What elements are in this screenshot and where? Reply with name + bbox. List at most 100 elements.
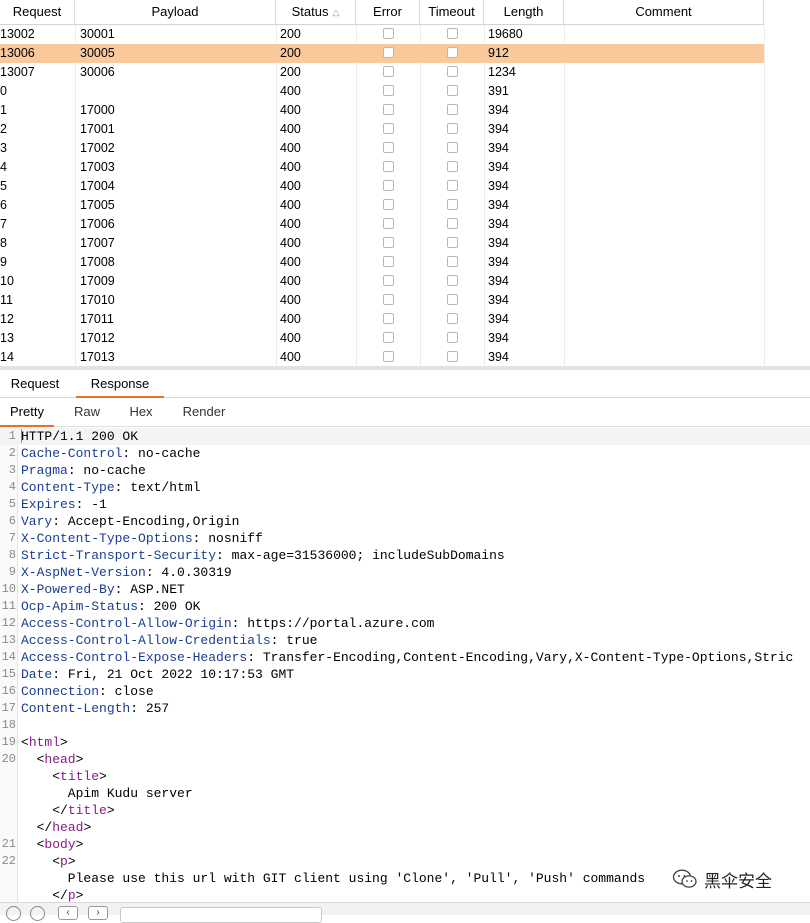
error-checkbox[interactable] (383, 104, 394, 115)
table-row[interactable]: 6 17005 400 394 (0, 196, 764, 215)
column-header-status[interactable]: Status △ (276, 0, 356, 24)
timeout-checkbox[interactable] (447, 85, 458, 96)
header-name: Connection (21, 684, 100, 699)
line-number: 21 (1, 837, 16, 851)
cell-payload: 17010 (80, 293, 115, 307)
tab-hex[interactable]: Hex (118, 398, 164, 425)
timeout-checkbox[interactable] (447, 180, 458, 191)
error-checkbox[interactable] (383, 123, 394, 134)
error-checkbox[interactable] (383, 66, 394, 77)
timeout-checkbox[interactable] (447, 47, 458, 58)
error-checkbox[interactable] (383, 47, 394, 58)
column-header-payload[interactable]: Payload (75, 0, 276, 24)
cell-payload: 17001 (80, 122, 115, 136)
code-line: 18 (0, 717, 810, 734)
table-row[interactable]: 0 400 391 (0, 82, 764, 101)
table-row[interactable]: 13 17012 400 394 (0, 329, 764, 348)
timeout-checkbox[interactable] (447, 66, 458, 77)
error-checkbox[interactable] (383, 180, 394, 191)
timeout-checkbox[interactable] (447, 161, 458, 172)
error-checkbox[interactable] (383, 28, 394, 39)
table-row[interactable]: 14 17013 400 394 (0, 348, 764, 366)
error-checkbox[interactable] (383, 161, 394, 172)
arrow-right-icon[interactable]: › (88, 906, 108, 920)
error-checkbox[interactable] (383, 237, 394, 248)
code-text: Access-Control-Allow-Origin: https://por… (21, 615, 434, 632)
table-row[interactable]: 3 17002 400 394 (0, 139, 764, 158)
header-name: Date (21, 667, 53, 682)
error-checkbox[interactable] (383, 313, 394, 324)
line-number: 17 (1, 701, 16, 715)
error-checkbox[interactable] (383, 275, 394, 286)
table-row[interactable]: 11 17010 400 394 (0, 291, 764, 310)
timeout-checkbox[interactable] (447, 332, 458, 343)
cell-status: 400 (280, 350, 301, 364)
timeout-checkbox[interactable] (447, 256, 458, 267)
table-row[interactable]: 4 17003 400 394 (0, 158, 764, 177)
error-checkbox[interactable] (383, 218, 394, 229)
tab-response[interactable]: Response (76, 370, 164, 398)
cell-status: 400 (280, 198, 301, 212)
table-row[interactable]: 7 17006 400 394 (0, 215, 764, 234)
code-text: <p> (21, 853, 75, 870)
table-row[interactable]: 10 17009 400 394 (0, 272, 764, 291)
error-checkbox[interactable] (383, 256, 394, 267)
timeout-checkbox[interactable] (447, 313, 458, 324)
html-tag: p (60, 854, 68, 869)
arrow-left-icon[interactable]: ‹ (58, 906, 78, 920)
column-header-timeout[interactable]: Timeout (420, 0, 484, 24)
cell-payload: 17002 (80, 141, 115, 155)
table-row[interactable]: 13002 30001 200 19680 (0, 25, 764, 44)
code-value: > (83, 820, 92, 835)
timeout-checkbox[interactable] (447, 237, 458, 248)
column-header-comment[interactable]: Comment (564, 0, 764, 24)
code-value: : -1 (75, 497, 107, 512)
html-tag: head (52, 820, 84, 835)
cell-request: 3 (0, 141, 7, 155)
code-text: Content-Type: text/html (21, 479, 200, 496)
tab-render[interactable]: Render (174, 398, 234, 425)
cell-length: 394 (488, 179, 509, 193)
error-checkbox[interactable] (383, 351, 394, 362)
tab-request[interactable]: Request (0, 370, 70, 396)
tab-pretty[interactable]: Pretty (0, 398, 54, 427)
column-header-length[interactable]: Length (484, 0, 564, 24)
timeout-checkbox[interactable] (447, 104, 458, 115)
search-input[interactable] (120, 907, 322, 923)
error-checkbox[interactable] (383, 142, 394, 153)
error-checkbox[interactable] (383, 199, 394, 210)
table-row[interactable]: 1 17000 400 394 (0, 101, 764, 120)
timeout-checkbox[interactable] (447, 123, 458, 134)
table-row[interactable]: 5 17004 400 394 (0, 177, 764, 196)
code-value: < (21, 854, 61, 869)
response-editor[interactable]: 1 HTTP/1.1 200 OK 2 Cache-Control: no-cache… (0, 427, 810, 902)
table-row[interactable]: 13006 30005 200 912 (0, 44, 764, 63)
timeout-checkbox[interactable] (447, 28, 458, 39)
timeout-checkbox[interactable] (447, 199, 458, 210)
timeout-checkbox[interactable] (447, 275, 458, 286)
cell-status: 200 (280, 46, 301, 60)
table-row[interactable]: 2 17001 400 394 (0, 120, 764, 139)
table-row[interactable]: 13007 30006 200 1234 (0, 63, 764, 82)
error-checkbox[interactable] (383, 294, 394, 305)
code-line: 5 Expires: -1 (0, 496, 810, 513)
table-body: 13002 30001 200 19680 13006 30005 200 91… (0, 25, 764, 366)
tab-raw[interactable]: Raw (62, 398, 112, 425)
table-row[interactable]: 12 17011 400 394 (0, 310, 764, 329)
code-value: : https://portal.azure.com (231, 616, 435, 631)
column-header-request[interactable]: Request (0, 0, 75, 24)
timeout-checkbox[interactable] (447, 351, 458, 362)
code-text: HTTP/1.1 200 OK (21, 428, 138, 445)
code-value: > (60, 735, 68, 750)
line-number: 18 (1, 718, 16, 732)
column-header-error[interactable]: Error (356, 0, 420, 24)
table-row[interactable]: 9 17008 400 394 (0, 253, 764, 272)
cell-request: 10 (0, 274, 14, 288)
timeout-checkbox[interactable] (447, 142, 458, 153)
error-checkbox[interactable] (383, 332, 394, 343)
timeout-checkbox[interactable] (447, 294, 458, 305)
error-checkbox[interactable] (383, 85, 394, 96)
cell-length: 394 (488, 103, 509, 117)
timeout-checkbox[interactable] (447, 218, 458, 229)
table-row[interactable]: 8 17007 400 394 (0, 234, 764, 253)
